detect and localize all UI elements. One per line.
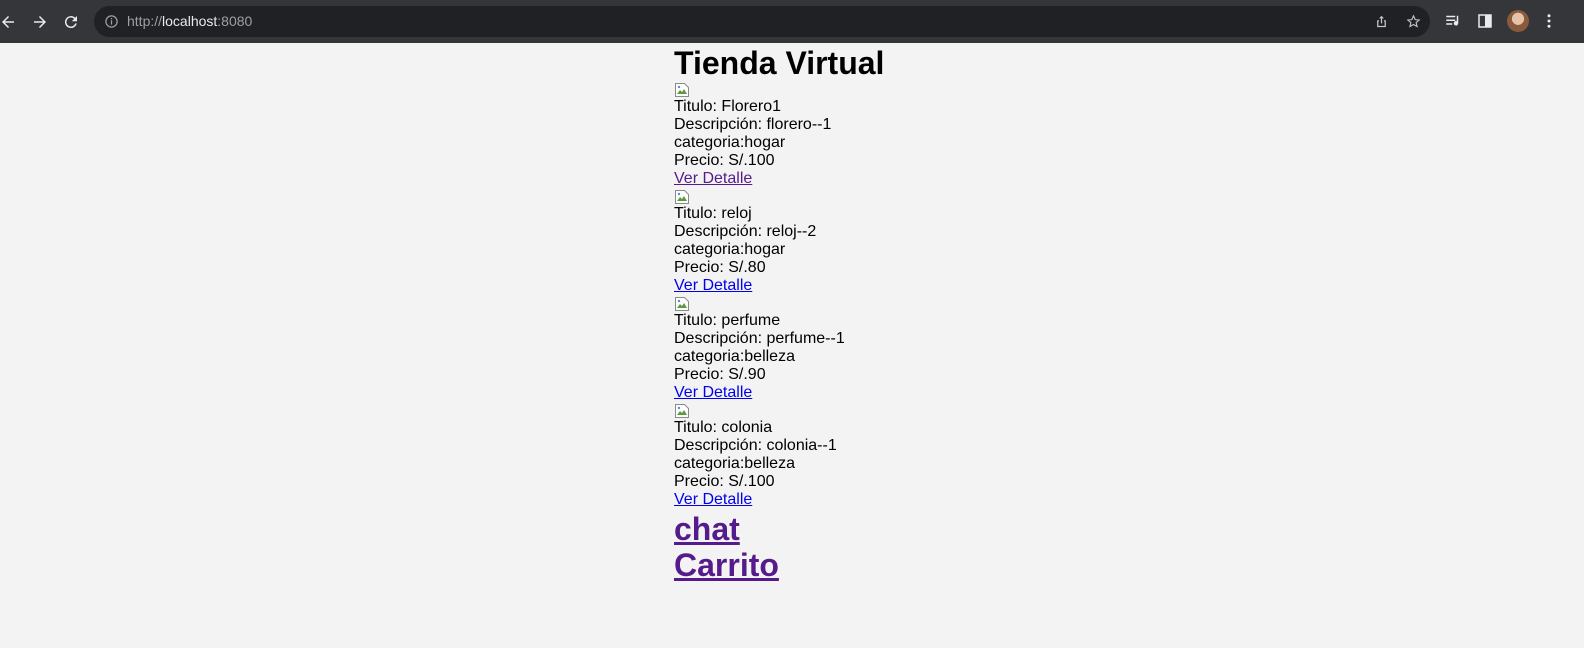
view-detail-link[interactable]: Ver Detalle (674, 277, 1174, 295)
browser-toolbar: http://localhost:8080 (0, 0, 1584, 43)
page-title: Tienda Virtual (674, 45, 885, 81)
url-text: http://localhost:8080 (127, 13, 252, 29)
broken-image-icon (675, 83, 689, 97)
product-description: Descripción: florero--1 (674, 116, 832, 133)
product-item: Titulo: perfume Descripción: perfume--1 … (674, 296, 1174, 402)
view-detail-link[interactable]: Ver Detalle (674, 491, 1174, 509)
back-button[interactable] (0, 6, 24, 38)
arrow-left-icon (2, 16, 14, 28)
broken-image-icon (675, 404, 689, 418)
product-title: Titulo: perfume (674, 312, 781, 329)
product-title: Titulo: colonia (674, 419, 773, 436)
chat-link[interactable]: chat (674, 511, 1174, 547)
page-content: Tienda Virtual Titulo: Florero1 Descripc… (674, 43, 1174, 583)
broken-image-icon (675, 297, 689, 311)
product-title: Titulo: Florero1 (674, 98, 781, 115)
cart-link[interactable]: Carrito (674, 547, 1174, 583)
arrow-right-icon (34, 16, 46, 28)
profile-avatar[interactable] (1507, 10, 1529, 32)
view-detail-link[interactable]: Ver Detalle (674, 170, 1174, 188)
broken-image-icon (675, 190, 689, 204)
address-bar[interactable]: http://localhost:8080 (94, 6, 1430, 37)
product-category: categoria:belleza (674, 455, 795, 472)
product-category: categoria:belleza (674, 348, 795, 365)
product-price: Precio: S/.100 (674, 473, 775, 490)
product-category: categoria:hogar (674, 134, 786, 151)
product-price: Precio: S/.80 (674, 259, 766, 276)
url-host: localhost (162, 13, 218, 29)
product-price: Precio: S/.100 (674, 152, 775, 169)
url-port: :8080 (217, 13, 253, 29)
menu-kebab-icon[interactable] (1540, 12, 1558, 30)
info-icon[interactable] (104, 14, 119, 29)
product-description: Descripción: reloj--2 (674, 223, 817, 240)
forward-button[interactable] (24, 6, 56, 38)
share-icon[interactable] (1374, 14, 1389, 29)
product-item: Titulo: Florero1 Descripción: florero--1… (674, 82, 1174, 188)
product-category: categoria:hogar (674, 241, 786, 258)
product-description: Descripción: perfume--1 (674, 330, 845, 347)
product-price: Precio: S/.90 (674, 366, 766, 383)
product-item: Titulo: colonia Descripción: colonia--1 … (674, 403, 1174, 509)
product-title: Titulo: reloj (674, 205, 752, 222)
product-item: Titulo: reloj Descripción: reloj--2 cate… (674, 189, 1174, 295)
product-description: Descripción: colonia--1 (674, 437, 837, 454)
url-scheme: http:// (127, 13, 163, 29)
reload-icon (64, 16, 77, 29)
reload-button[interactable] (55, 6, 87, 38)
bookmark-star-icon[interactable] (1406, 14, 1421, 29)
reading-list-icon[interactable] (1444, 12, 1462, 30)
view-detail-link[interactable]: Ver Detalle (674, 384, 1174, 402)
side-panel-icon[interactable] (1476, 12, 1494, 30)
